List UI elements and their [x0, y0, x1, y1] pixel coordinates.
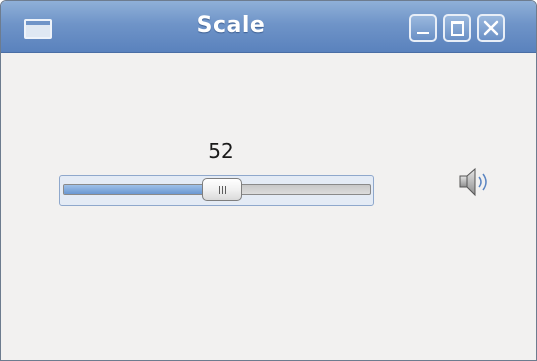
- speaker-icon: [459, 167, 487, 197]
- minimize-button[interactable]: [409, 14, 437, 42]
- app-window: Scale 52: [0, 0, 537, 361]
- titlebar[interactable]: Scale: [1, 1, 536, 53]
- scale-value-label: 52: [208, 139, 234, 163]
- window-title: Scale: [196, 13, 266, 38]
- window-icon[interactable]: [24, 19, 52, 39]
- maximize-button[interactable]: [443, 14, 471, 42]
- close-icon: [483, 20, 499, 36]
- grip-icon: [217, 186, 229, 194]
- content-area: 52: [1, 53, 536, 360]
- scale-handle[interactable]: [202, 178, 243, 201]
- close-button[interactable]: [477, 14, 505, 42]
- scale-fill: [64, 185, 224, 194]
